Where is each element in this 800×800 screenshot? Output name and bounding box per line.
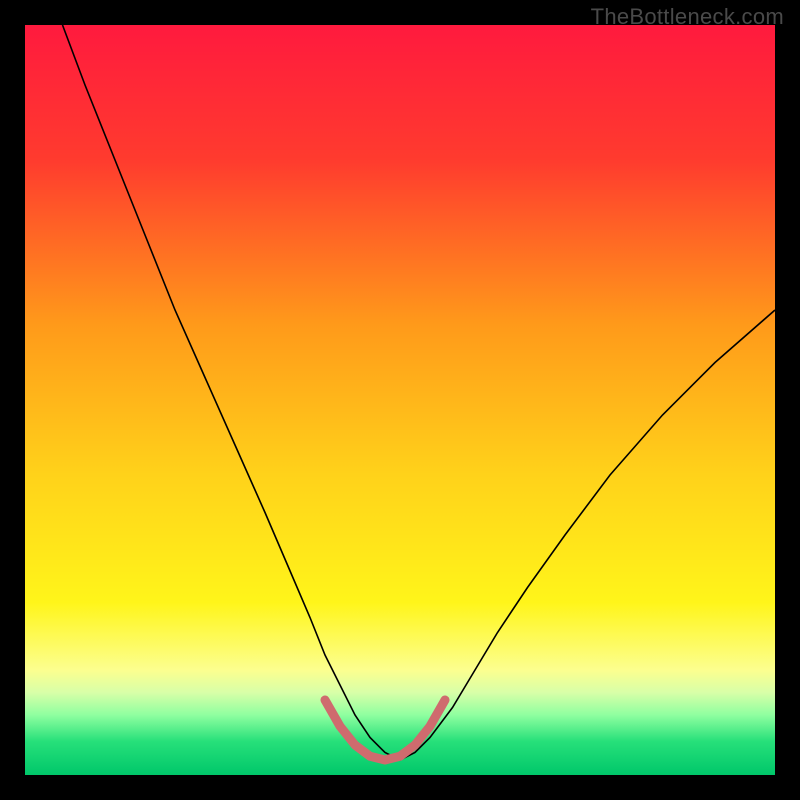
watermark-text: TheBottleneck.com bbox=[591, 4, 784, 30]
gradient-backplate bbox=[25, 25, 775, 775]
bottleneck-chart bbox=[25, 25, 775, 775]
chart-frame: TheBottleneck.com bbox=[0, 0, 800, 800]
